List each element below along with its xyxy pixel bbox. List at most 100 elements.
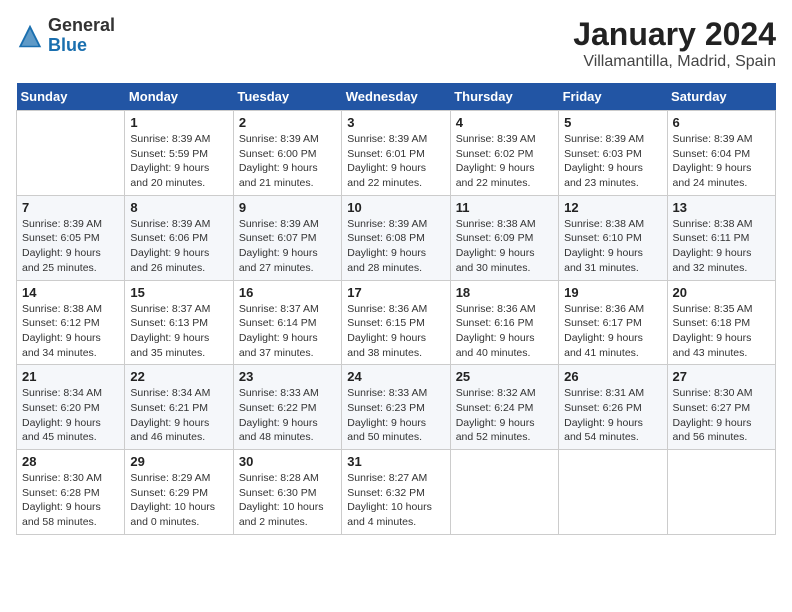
sunset-text: Sunset: 6:20 PM (22, 401, 119, 416)
sunrise-text: Sunrise: 8:37 AM (130, 302, 227, 317)
sunset-text: Sunset: 6:07 PM (239, 231, 336, 246)
day-info: Sunrise: 8:39 AMSunset: 6:05 PMDaylight:… (22, 217, 119, 276)
calendar-cell: 5Sunrise: 8:39 AMSunset: 6:03 PMDaylight… (559, 111, 667, 196)
logo-blue: Blue (48, 35, 87, 55)
day-number: 16 (239, 285, 336, 300)
day-number: 19 (564, 285, 661, 300)
day-number: 18 (456, 285, 553, 300)
sunset-text: Sunset: 6:27 PM (673, 401, 770, 416)
daylight-text: Daylight: 9 hours and 24 minutes. (673, 161, 770, 190)
location-title: Villamantilla, Madrid, Spain (573, 53, 776, 71)
sunset-text: Sunset: 6:01 PM (347, 147, 444, 162)
daylight-text: Daylight: 9 hours and 50 minutes. (347, 416, 444, 445)
calendar-cell: 13 Sunrise: 8:38 AMSunset: 6:11 PMDayligh… (667, 195, 775, 280)
daylight-text: Daylight: 9 hours and 22 minutes. (456, 161, 553, 190)
calendar-week-row: 1Sunrise: 8:39 AMSunset: 5:59 PMDaylight… (17, 111, 776, 196)
day-number: 28 (22, 454, 119, 469)
calendar-cell (450, 450, 558, 535)
calendar-cell: 7Sunrise: 8:39 AMSunset: 6:05 PMDaylight… (17, 195, 125, 280)
day-number: 22 (130, 369, 227, 384)
calendar-cell: 12Sunrise: 8:38 AMSunset: 6:10 PMDayligh… (559, 195, 667, 280)
calendar-cell (17, 111, 125, 196)
sunset-text: Sunset: 6:05 PM (22, 231, 119, 246)
calendar-cell (559, 450, 667, 535)
logo-icon (16, 22, 44, 50)
weekday-header: Monday (125, 83, 233, 111)
sunset-text: Sunset: 6:11 PM (673, 231, 770, 246)
sunset-text: Sunset: 6:26 PM (564, 401, 661, 416)
sunset-text: Sunset: 6:12 PM (22, 316, 119, 331)
calendar-week-row: 7Sunrise: 8:39 AMSunset: 6:05 PMDaylight… (17, 195, 776, 280)
sunrise-text: Sunrise: 8:37 AM (239, 302, 336, 317)
daylight-text: Daylight: 9 hours and 45 minutes. (22, 416, 119, 445)
calendar-table: SundayMondayTuesdayWednesdayThursdayFrid… (16, 83, 776, 535)
logo-text: General Blue (48, 16, 115, 56)
daylight-text: Daylight: 9 hours and 40 minutes. (456, 331, 553, 360)
sunrise-text: Sunrise: 8:36 AM (347, 302, 444, 317)
sunrise-text: Sunrise: 8:39 AM (239, 132, 336, 147)
daylight-text: Daylight: 9 hours and 52 minutes. (456, 416, 553, 445)
daylight-text: Daylight: 9 hours and 27 minutes. (239, 246, 336, 275)
sunset-text: Sunset: 6:08 PM (347, 231, 444, 246)
page-header: General Blue January 2024 Villamantilla,… (16, 16, 776, 71)
sunrise-text: Sunrise: 8:32 AM (456, 386, 553, 401)
day-info: Sunrise: 8:36 AMSunset: 6:15 PMDaylight:… (347, 302, 444, 361)
day-number: 9 (239, 200, 336, 215)
day-info: Sunrise: 8:29 AMSunset: 6:29 PMDaylight:… (130, 471, 227, 530)
day-number: 25 (456, 369, 553, 384)
daylight-text: Daylight: 10 hours and 0 minutes. (130, 500, 227, 529)
day-number: 17 (347, 285, 444, 300)
sunset-text: Sunset: 6:32 PM (347, 486, 444, 501)
sunrise-text: Sunrise: 8:38 AM (673, 217, 770, 232)
calendar-cell: 31Sunrise: 8:27 AMSunset: 6:32 PMDayligh… (342, 450, 450, 535)
day-number: 21 (22, 369, 119, 384)
sunset-text: Sunset: 6:30 PM (239, 486, 336, 501)
calendar-cell: 6Sunrise: 8:39 AMSunset: 6:04 PMDaylight… (667, 111, 775, 196)
calendar-cell: 15Sunrise: 8:37 AMSunset: 6:13 PMDayligh… (125, 280, 233, 365)
daylight-text: Daylight: 9 hours and 38 minutes. (347, 331, 444, 360)
day-info: Sunrise: 8:39 AMSunset: 6:00 PMDaylight:… (239, 132, 336, 191)
sunset-text: Sunset: 6:24 PM (456, 401, 553, 416)
calendar-cell: 4Sunrise: 8:39 AMSunset: 6:02 PMDaylight… (450, 111, 558, 196)
calendar-cell: 22Sunrise: 8:34 AMSunset: 6:21 PMDayligh… (125, 365, 233, 450)
day-number: 13 (673, 200, 770, 215)
sunrise-text: Sunrise: 8:31 AM (564, 386, 661, 401)
sunrise-text: Sunrise: 8:27 AM (347, 471, 444, 486)
sunset-text: Sunset: 5:59 PM (130, 147, 227, 162)
sunrise-text: Sunrise: 8:28 AM (239, 471, 336, 486)
sunset-text: Sunset: 6:15 PM (347, 316, 444, 331)
day-info: Sunrise: 8:34 AMSunset: 6:20 PMDaylight:… (22, 386, 119, 445)
day-info: Sunrise: 8:38 AMSunset: 6:10 PMDaylight:… (564, 217, 661, 276)
calendar-cell: 27Sunrise: 8:30 AMSunset: 6:27 PMDayligh… (667, 365, 775, 450)
calendar-cell: 17 Sunrise: 8:36 AMSunset: 6:15 PMDayligh… (342, 280, 450, 365)
day-info: Sunrise: 8:31 AMSunset: 6:26 PMDaylight:… (564, 386, 661, 445)
day-info: Sunrise: 8:38 AMSunset: 6:11 PMDaylight:… (673, 217, 770, 276)
daylight-text: Daylight: 9 hours and 46 minutes. (130, 416, 227, 445)
calendar-week-row: 21Sunrise: 8:34 AMSunset: 6:20 PMDayligh… (17, 365, 776, 450)
sunrise-text: Sunrise: 8:34 AM (22, 386, 119, 401)
sunrise-text: Sunrise: 8:35 AM (673, 302, 770, 317)
calendar-cell (667, 450, 775, 535)
daylight-text: Daylight: 9 hours and 25 minutes. (22, 246, 119, 275)
sunset-text: Sunset: 6:06 PM (130, 231, 227, 246)
daylight-text: Daylight: 9 hours and 32 minutes. (673, 246, 770, 275)
day-number: 14 (22, 285, 119, 300)
daylight-text: Daylight: 9 hours and 54 minutes. (564, 416, 661, 445)
daylight-text: Daylight: 9 hours and 56 minutes. (673, 416, 770, 445)
day-info: Sunrise: 8:33 AMSunset: 6:22 PMDaylight:… (239, 386, 336, 445)
day-number: 15 (130, 285, 227, 300)
day-info: Sunrise: 8:39 AMSunset: 6:06 PMDaylight:… (130, 217, 227, 276)
sunrise-text: Sunrise: 8:30 AM (673, 386, 770, 401)
calendar-cell: 1Sunrise: 8:39 AMSunset: 5:59 PMDaylight… (125, 111, 233, 196)
day-info: Sunrise: 8:36 AMSunset: 6:16 PMDaylight:… (456, 302, 553, 361)
sunrise-text: Sunrise: 8:29 AM (130, 471, 227, 486)
sunset-text: Sunset: 6:23 PM (347, 401, 444, 416)
daylight-text: Daylight: 10 hours and 2 minutes. (239, 500, 336, 529)
calendar-cell: 26Sunrise: 8:31 AMSunset: 6:26 PMDayligh… (559, 365, 667, 450)
weekday-header: Thursday (450, 83, 558, 111)
sunrise-text: Sunrise: 8:36 AM (456, 302, 553, 317)
sunset-text: Sunset: 6:29 PM (130, 486, 227, 501)
calendar-cell: 29Sunrise: 8:29 AMSunset: 6:29 PMDayligh… (125, 450, 233, 535)
daylight-text: Daylight: 9 hours and 35 minutes. (130, 331, 227, 360)
day-info: Sunrise: 8:35 AMSunset: 6:18 PMDaylight:… (673, 302, 770, 361)
